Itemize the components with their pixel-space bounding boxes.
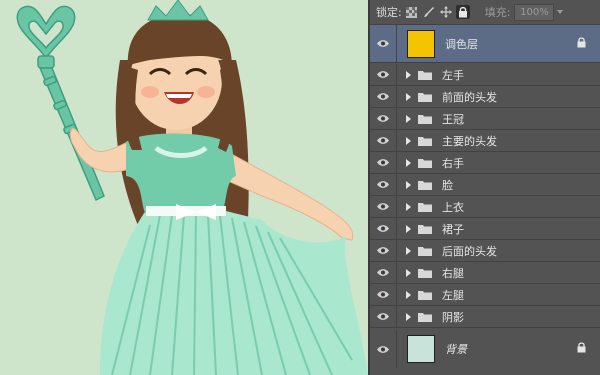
layer-thumbnail (407, 335, 435, 363)
girl-illustration (16, 0, 368, 375)
fill-label: 填充: (484, 6, 511, 19)
layers-panel: 锁定: 填充: 100% 调色层 左手前面的头发王冠主要的头发右手脸上衣裙子后面… (368, 0, 600, 375)
visibility-eye-icon[interactable] (370, 152, 397, 173)
folder-icon (418, 70, 432, 80)
layer-name: 右腿 (442, 266, 464, 280)
fill-input[interactable]: 100% (514, 3, 555, 21)
folder-icon (418, 136, 432, 146)
folder-icon (418, 114, 432, 124)
lock-toolbar: 锁定: 填充: 100% (370, 0, 600, 25)
folder-icon (418, 224, 432, 234)
visibility-eye-icon[interactable] (370, 25, 397, 62)
folder-icon (418, 246, 432, 256)
visibility-eye-icon[interactable] (370, 64, 397, 85)
lock-label: 锁定: (376, 6, 402, 19)
expand-arrow-icon[interactable] (406, 158, 411, 167)
layer-group[interactable]: 阴影 (370, 306, 600, 328)
layer-name: 左手 (442, 68, 464, 82)
layer-group[interactable]: 王冠 (370, 108, 600, 130)
layer-lock-icon (577, 36, 586, 51)
layer-name: 阴影 (442, 310, 464, 324)
layer-thumbnail (407, 29, 435, 58)
visibility-eye-icon[interactable] (370, 130, 397, 151)
expand-arrow-icon[interactable] (406, 136, 411, 145)
expand-arrow-icon[interactable] (406, 202, 411, 211)
expand-arrow-icon[interactable] (406, 224, 411, 233)
layer-name: 裙子 (442, 222, 464, 236)
document-canvas[interactable] (0, 0, 368, 375)
layer-group[interactable]: 脸 (370, 174, 600, 196)
folder-icon (418, 180, 432, 190)
expand-arrow-icon[interactable] (406, 180, 411, 189)
expand-arrow-icon[interactable] (406, 268, 411, 277)
lock-all-icon[interactable] (455, 5, 470, 19)
expand-arrow-icon[interactable] (406, 312, 411, 321)
visibility-eye-icon[interactable] (370, 240, 397, 261)
visibility-eye-icon[interactable] (370, 196, 397, 217)
layer-lock-icon (577, 342, 586, 356)
visibility-eye-icon[interactable] (370, 174, 397, 195)
folder-icon (418, 268, 432, 278)
layer-name: 背景 (445, 343, 467, 356)
expand-arrow-icon[interactable] (406, 114, 411, 123)
layer-name: 左腿 (442, 288, 464, 302)
folder-icon (418, 290, 432, 300)
layer-group[interactable]: 上衣 (370, 196, 600, 218)
layer-group[interactable]: 后面的头发 (370, 240, 600, 262)
layer-group[interactable]: 主要的头发 (370, 130, 600, 152)
layer-name: 右手 (442, 156, 464, 170)
layer-name: 调色层 (445, 37, 478, 51)
layer-name: 前面的头发 (442, 90, 497, 104)
visibility-eye-icon[interactable] (370, 262, 397, 283)
lock-position-move-icon[interactable] (439, 5, 453, 19)
fill-dropdown-arrow-icon[interactable] (557, 10, 564, 14)
folder-icon (418, 158, 432, 168)
lock-image-pixels-brush-icon[interactable] (422, 5, 436, 19)
visibility-eye-icon[interactable] (370, 284, 397, 305)
folder-icon (418, 92, 432, 102)
visibility-eye-icon[interactable] (370, 108, 397, 129)
layer-group[interactable]: 前面的头发 (370, 86, 600, 108)
layer-adjustment[interactable]: 调色层 (370, 25, 600, 63)
lock-transparent-pixels-icon[interactable] (405, 5, 419, 19)
expand-arrow-icon[interactable] (406, 246, 411, 255)
folder-icon (418, 312, 432, 322)
wand (16, 5, 105, 202)
expand-arrow-icon[interactable] (406, 290, 411, 299)
visibility-eye-icon[interactable] (370, 306, 397, 327)
layer-name: 主要的头发 (442, 134, 497, 148)
visibility-eye-icon[interactable] (370, 86, 397, 107)
visibility-eye-icon[interactable] (370, 218, 397, 239)
layer-group[interactable]: 左手 (370, 64, 600, 86)
layer-name: 后面的头发 (442, 244, 497, 258)
layer-background[interactable]: 背景 (370, 330, 600, 368)
expand-arrow-icon[interactable] (406, 92, 411, 101)
layer-group[interactable]: 右手 (370, 152, 600, 174)
layer-name: 脸 (442, 178, 453, 192)
layer-name: 王冠 (442, 112, 464, 126)
expand-arrow-icon[interactable] (406, 70, 411, 79)
layer-group[interactable]: 左腿 (370, 284, 600, 306)
folder-icon (418, 202, 432, 212)
visibility-eye-icon[interactable] (370, 330, 397, 368)
layer-group[interactable]: 裙子 (370, 218, 600, 240)
layer-name: 上衣 (442, 200, 464, 214)
layer-group[interactable]: 右腿 (370, 262, 600, 284)
